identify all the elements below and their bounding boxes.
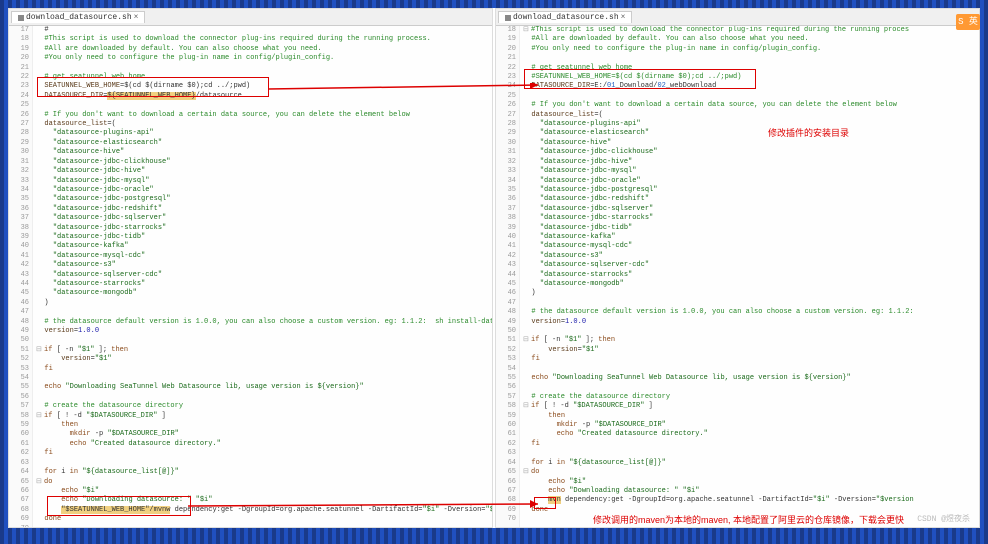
right-code-area[interactable]: 18 19 20 21 22 23 24 25 26 27 28 29 30 3… [496, 26, 979, 528]
left-tab-label: download_datasource.sh [26, 13, 132, 22]
diff-container: download_datasource.sh × 17 18 19 20 21 … [8, 8, 980, 528]
right-tab-bar: download_datasource.sh × [496, 9, 979, 26]
file-icon [505, 15, 511, 21]
left-tab-bar: download_datasource.sh × [9, 9, 492, 26]
close-icon[interactable]: × [134, 13, 139, 22]
left-code-area[interactable]: 17 18 19 20 21 22 23 24 25 26 27 28 29 3… [9, 26, 492, 528]
annotation-bottom: 修改调用的maven为本地的maven, 本地配置了阿里云的仓库镜像，下载会更快 [593, 513, 904, 526]
left-code[interactable]: # #This script is used to download the c… [33, 26, 492, 528]
left-tab[interactable]: download_datasource.sh × [11, 11, 145, 23]
ime-badge: S 英 [956, 14, 980, 30]
annotation-top: 修改插件的安装目录 [768, 126, 849, 139]
close-icon[interactable]: × [621, 13, 626, 22]
file-icon [18, 15, 24, 21]
left-pane: download_datasource.sh × 17 18 19 20 21 … [8, 8, 493, 528]
right-tab[interactable]: download_datasource.sh × [498, 11, 632, 23]
right-gutter: 18 19 20 21 22 23 24 25 26 27 28 29 30 3… [496, 26, 520, 528]
right-tab-label: download_datasource.sh [513, 13, 619, 22]
left-gutter: 17 18 19 20 21 22 23 24 25 26 27 28 29 3… [9, 26, 33, 528]
watermark: CSDN @煜夜杀 [917, 513, 970, 524]
right-code[interactable]: ⊟#This script is used to download the co… [520, 26, 979, 528]
right-pane: download_datasource.sh × 18 19 20 21 22 … [495, 8, 980, 528]
